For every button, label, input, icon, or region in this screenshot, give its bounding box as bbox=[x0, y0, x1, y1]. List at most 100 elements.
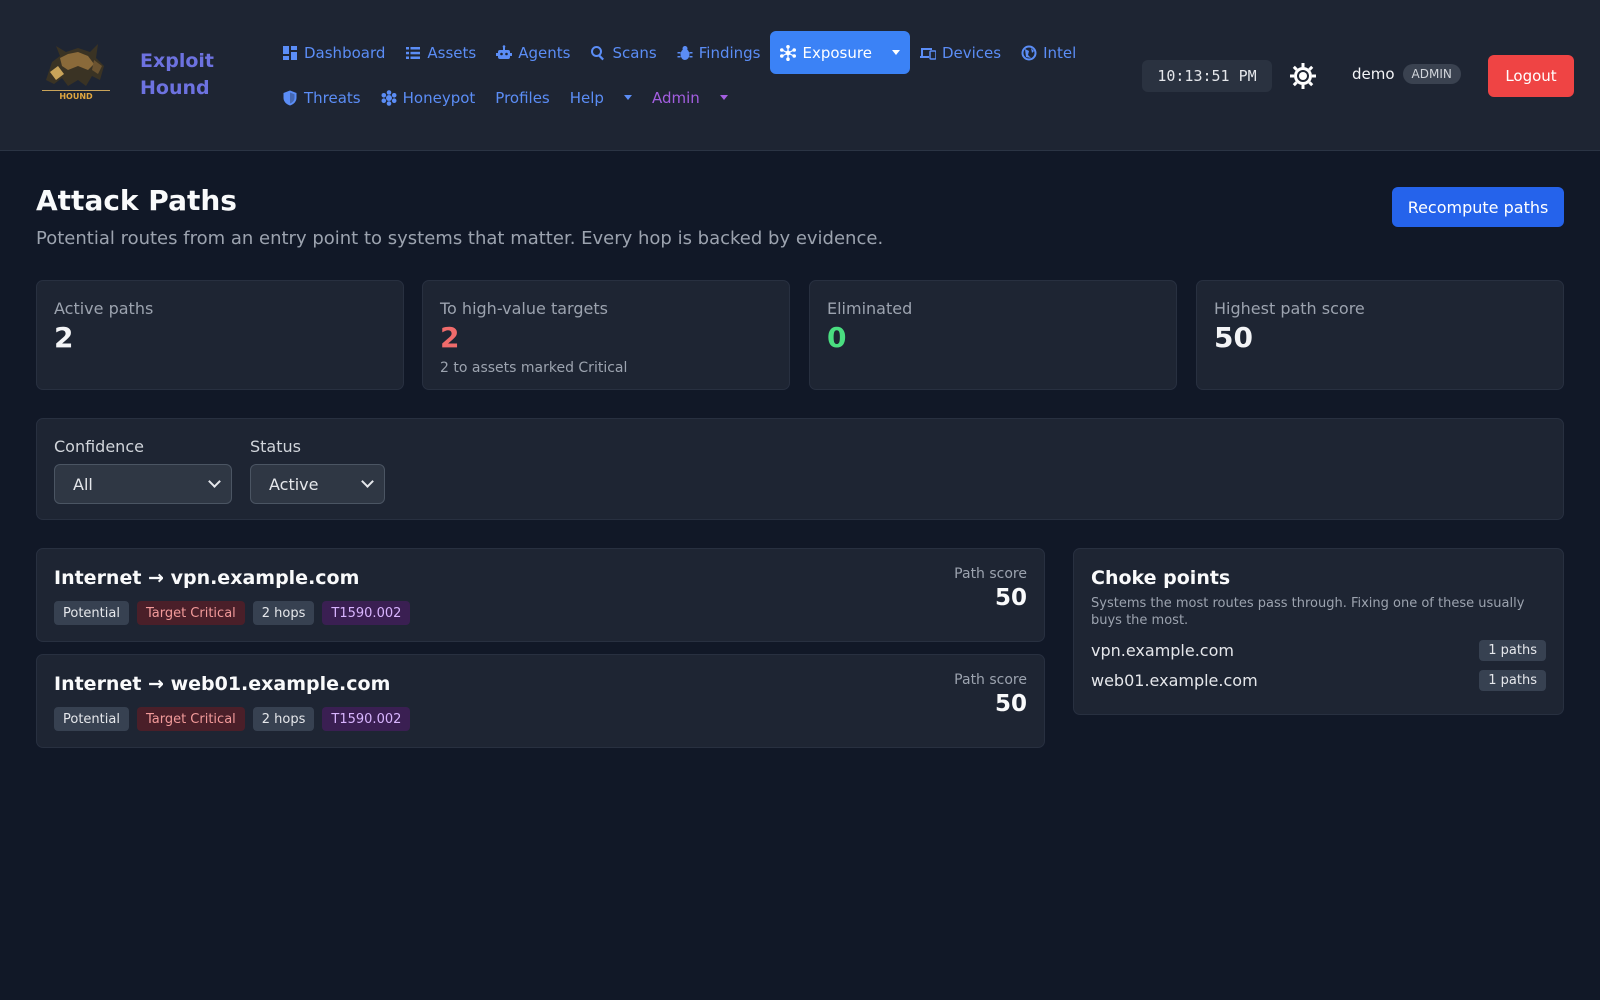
stat-card-highest-score: Highest path score 50 bbox=[1196, 280, 1564, 390]
choke-point-name: web01.example.com bbox=[1091, 670, 1258, 690]
search-icon bbox=[591, 45, 605, 60]
attack-path-card[interactable]: Internet → vpn.example.com Potential Tar… bbox=[36, 548, 1045, 642]
nav-findings-label: Findings bbox=[698, 43, 761, 62]
shield-icon bbox=[283, 90, 297, 105]
chevron-down-icon bbox=[719, 95, 728, 100]
attack-path-card[interactable]: Internet → web01.example.com Potential T… bbox=[36, 654, 1045, 748]
nav-dashboard[interactable]: Dashboard bbox=[272, 31, 395, 74]
brand-line-2: Hound bbox=[140, 77, 210, 99]
path-score-label: Path score bbox=[954, 672, 1027, 688]
nav-assets-label: Assets bbox=[427, 43, 477, 62]
filters-panel: Confidence All Status Active bbox=[36, 418, 1564, 520]
nav-dashboard-label: Dashboard bbox=[304, 43, 386, 62]
page-title: Attack Paths bbox=[36, 184, 237, 217]
stat-note: 2 to assets marked Critical bbox=[440, 360, 628, 376]
honeypot-icon bbox=[381, 89, 397, 106]
recompute-paths-button[interactable]: Recompute paths bbox=[1392, 187, 1564, 227]
logo-text: HOUND bbox=[59, 92, 93, 101]
nav-agents-label: Agents bbox=[518, 43, 571, 62]
choke-points-description: Systems the most routes pass through. Fi… bbox=[1091, 596, 1525, 628]
nav-primary: Dashboard Assets Agents Scans Findings E… bbox=[272, 31, 1086, 74]
nav-findings[interactable]: Findings bbox=[667, 31, 771, 74]
nav-scans-label: Scans bbox=[612, 43, 657, 62]
user-info: demo ADMIN bbox=[1352, 64, 1461, 84]
brand-name[interactable]: Exploit Hound bbox=[140, 48, 214, 102]
page-subtitle: Potential routes from an entry point to … bbox=[36, 228, 884, 249]
path-title: Internet → vpn.example.com bbox=[54, 567, 360, 589]
chevron-down-icon bbox=[623, 95, 632, 100]
choke-point-name: vpn.example.com bbox=[1091, 640, 1234, 660]
path-score-value: 50 bbox=[994, 585, 1027, 611]
nav-admin-label: Admin bbox=[651, 88, 700, 107]
confidence-value: All bbox=[73, 474, 93, 494]
nav-profiles-label: Profiles bbox=[495, 88, 550, 107]
choke-point-item[interactable]: web01.example.com 1 paths bbox=[1091, 669, 1546, 691]
nav-help[interactable]: Help bbox=[560, 81, 642, 114]
exploit-hound-logo[interactable]: HOUND bbox=[38, 36, 114, 104]
target-criticality-tag: Target Critical bbox=[136, 601, 245, 625]
nav-devices[interactable]: Devices bbox=[910, 31, 1011, 74]
username: demo bbox=[1352, 65, 1395, 83]
nav-admin[interactable]: Admin bbox=[642, 81, 738, 114]
nav-assets[interactable]: Assets bbox=[395, 31, 486, 74]
path-score-value: 50 bbox=[994, 691, 1027, 717]
chevron-down-icon bbox=[208, 475, 221, 488]
status-filter: Status Active bbox=[250, 437, 385, 504]
confidence-select[interactable]: All bbox=[54, 464, 232, 504]
top-header: HOUND Exploit Hound Dashboard Assets Age… bbox=[0, 0, 1600, 151]
choke-point-item[interactable]: vpn.example.com 1 paths bbox=[1091, 639, 1546, 661]
technique-tag: T1590.002 bbox=[322, 601, 411, 625]
confidence-tag: Potential bbox=[54, 601, 129, 625]
confidence-filter: Confidence All bbox=[54, 437, 232, 504]
nav-honeypot-label: Honeypot bbox=[402, 88, 476, 107]
stat-value: 2 bbox=[54, 321, 74, 354]
dashboard-icon bbox=[283, 45, 297, 60]
stat-label: Eliminated bbox=[827, 299, 913, 318]
devices-icon bbox=[919, 47, 936, 60]
stat-label: To high-value targets bbox=[440, 299, 608, 318]
stat-card-high-value-targets: To high-value targets 2 2 to assets mark… bbox=[422, 280, 790, 390]
stat-value: 50 bbox=[1214, 321, 1253, 354]
nav-profiles[interactable]: Profiles bbox=[485, 81, 559, 114]
nav-threats[interactable]: Threats bbox=[272, 81, 371, 114]
sun-icon[interactable] bbox=[1290, 63, 1316, 89]
stat-value: 0 bbox=[827, 321, 847, 354]
technique-tag: T1590.002 bbox=[322, 707, 411, 731]
status-select[interactable]: Active bbox=[250, 464, 385, 504]
path-tags: Potential Target Critical 2 hops T1590.0… bbox=[54, 707, 411, 731]
choke-point-count: 1 paths bbox=[1479, 639, 1546, 661]
nav-agents[interactable]: Agents bbox=[486, 31, 580, 74]
list-icon bbox=[406, 46, 421, 59]
nav-exposure-label: Exposure bbox=[802, 43, 872, 62]
nav-honeypot[interactable]: Honeypot bbox=[371, 81, 486, 114]
chevron-down-icon bbox=[891, 50, 900, 55]
nav-secondary: Threats Honeypot Profiles Help Admin bbox=[272, 81, 738, 114]
chevron-down-icon bbox=[361, 475, 374, 488]
nav-help-label: Help bbox=[569, 88, 604, 107]
nav-devices-label: Devices bbox=[941, 43, 1002, 62]
globe-icon bbox=[1021, 45, 1037, 60]
hub-icon bbox=[780, 44, 797, 61]
confidence-label: Confidence bbox=[54, 437, 144, 456]
hops-tag: 2 hops bbox=[252, 601, 315, 625]
path-score-label: Path score bbox=[954, 566, 1027, 582]
nav-intel-label: Intel bbox=[1043, 43, 1077, 62]
hops-tag: 2 hops bbox=[252, 707, 315, 731]
stat-card-active-paths: Active paths 2 bbox=[36, 280, 404, 390]
stat-label: Active paths bbox=[54, 299, 154, 318]
stat-label: Highest path score bbox=[1214, 299, 1365, 318]
nav-threats-label: Threats bbox=[304, 88, 361, 107]
status-label: Status bbox=[250, 437, 301, 456]
brand-line-1: Exploit bbox=[140, 50, 214, 72]
choke-point-count: 1 paths bbox=[1479, 669, 1546, 691]
logout-button[interactable]: Logout bbox=[1488, 55, 1574, 97]
nav-exposure[interactable]: Exposure bbox=[770, 31, 910, 74]
stat-value: 2 bbox=[440, 321, 460, 354]
confidence-tag: Potential bbox=[54, 707, 129, 731]
choke-points-title: Choke points bbox=[1091, 567, 1231, 589]
nav-scans[interactable]: Scans bbox=[580, 31, 666, 74]
role-badge: ADMIN bbox=[1402, 64, 1461, 84]
path-title: Internet → web01.example.com bbox=[54, 673, 391, 695]
path-tags: Potential Target Critical 2 hops T1590.0… bbox=[54, 601, 411, 625]
nav-intel[interactable]: Intel bbox=[1011, 31, 1086, 74]
